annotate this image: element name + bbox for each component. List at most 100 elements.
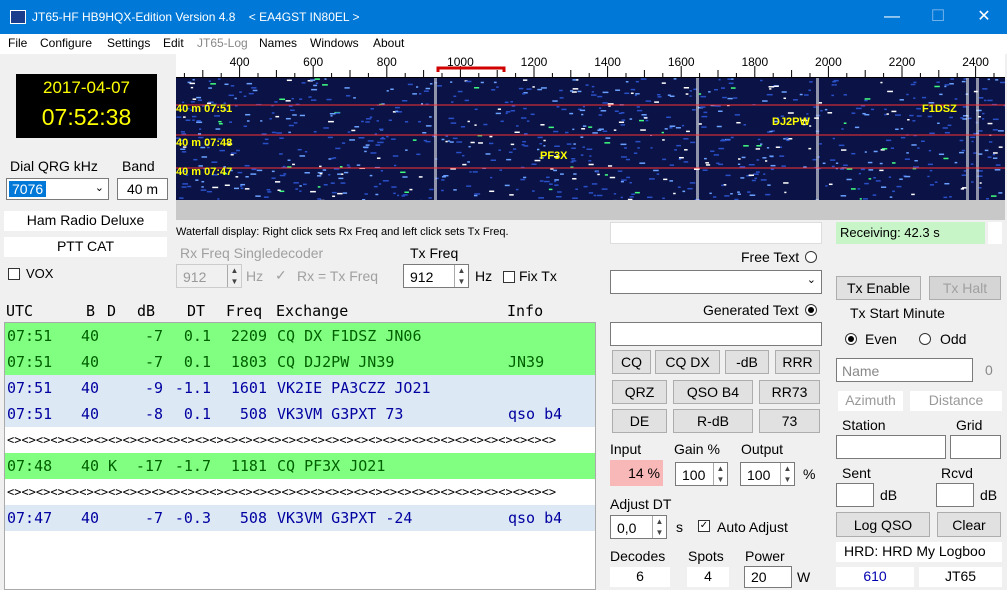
menu-about[interactable]: About xyxy=(373,36,404,50)
waterfall-pixel xyxy=(591,91,594,93)
rrr-button[interactable]: RRR xyxy=(775,350,820,374)
fix-tx-checkbox[interactable] xyxy=(503,271,515,283)
menu-configure[interactable]: Configure xyxy=(40,36,92,50)
clear-button[interactable]: Clear xyxy=(937,512,1001,537)
decode-row[interactable]: 07:51 40 -7 0.1 1803 CQ DJ2PW JN39 JN39 xyxy=(5,349,595,375)
generated-text-radio[interactable] xyxy=(805,304,817,316)
waterfall-pixel xyxy=(299,114,306,117)
free-text-radio[interactable] xyxy=(805,251,817,263)
maximize-button[interactable]: ☐ xyxy=(915,0,961,34)
decode-row[interactable]: 07:47 40 -7 -0.3 508 VK3VM G3PXT -24 qso b4 xyxy=(5,505,595,531)
rx-freq-spinner[interactable]: ▲ ▼ xyxy=(227,265,241,287)
waterfall-pixel xyxy=(982,118,985,120)
even-radio[interactable] xyxy=(845,333,857,345)
menu-edit[interactable]: Edit xyxy=(163,36,184,50)
odd-radio[interactable] xyxy=(919,333,931,345)
waterfall-pixel xyxy=(557,191,562,193)
waterfall-pixel xyxy=(340,182,346,184)
azimuth-field: Azimuth xyxy=(838,391,903,411)
dial-qrg-select[interactable]: 7076 ⌄ xyxy=(6,178,109,200)
tx-halt-button[interactable]: Tx Halt xyxy=(929,276,1001,300)
minus-db-button[interactable]: -dB xyxy=(725,350,769,374)
vox-checkbox[interactable] xyxy=(8,268,20,280)
waterfall-pixel xyxy=(331,191,337,194)
waterfall-pixel xyxy=(370,108,374,110)
power-field[interactable]: 20 xyxy=(744,566,792,588)
minimize-button[interactable]: — xyxy=(869,0,915,34)
de-button[interactable]: DE xyxy=(612,409,667,433)
band-field[interactable]: 40 m xyxy=(117,178,168,200)
cq-button[interactable]: CQ xyxy=(612,350,651,374)
waterfall-pixel xyxy=(489,135,493,138)
decode-row[interactable]: 07:51 40 -7 0.1 2209 CQ DX F1DSZ JN06 xyxy=(5,323,595,349)
auto-adjust-checkbox[interactable]: ✓ xyxy=(698,520,710,532)
log-qso-button[interactable]: Log QSO xyxy=(836,512,930,537)
tx-freq-field[interactable]: 912 ▲ ▼ xyxy=(403,264,469,288)
rx-freq-field[interactable]: 912 ▲ ▼ xyxy=(176,264,242,288)
menu-settings[interactable]: Settings xyxy=(107,36,150,50)
waterfall-pixel xyxy=(276,132,282,134)
col-exchange: Exchange xyxy=(276,302,349,320)
menu-windows[interactable]: Windows xyxy=(310,36,359,50)
waterfall-pixel xyxy=(683,87,690,89)
rx-eq-tx-label[interactable]: Rx = Tx Freq xyxy=(297,268,378,284)
cq-dx-button[interactable]: CQ DX xyxy=(655,350,720,374)
rcvd-field[interactable] xyxy=(936,483,974,507)
free-text-select[interactable]: ⌄ xyxy=(610,270,822,294)
decode-separator[interactable]: <><><><><><><><><><><><><><><><><><><><>… xyxy=(5,479,595,505)
gain-field[interactable]: 100 ▲ ▼ xyxy=(675,462,728,486)
decode-row[interactable]: 07:51 40 -9 -1.1 1601 VK2IE PA3CZZ JO21 xyxy=(5,375,595,401)
waterfall-pixel xyxy=(328,120,334,123)
name-field[interactable]: Name xyxy=(836,358,973,382)
output-field[interactable]: 100 ▲ ▼ xyxy=(740,462,795,486)
waterfall-pixel xyxy=(285,117,291,120)
waterfall-pixel xyxy=(548,188,553,191)
decode-row[interactable]: 07:51 40 -8 0.1 508 VK3VM G3PXT 73 qso b4 xyxy=(5,401,595,427)
adjust-dt-spinner[interactable]: ▲ ▼ xyxy=(652,516,666,538)
decode-row[interactable]: 07:48 40 K -17 -1.7 1181 CQ PF3X JO21 xyxy=(5,453,595,479)
output-spinner[interactable]: ▲ ▼ xyxy=(780,463,794,485)
qrz-button[interactable]: QRZ xyxy=(612,380,667,404)
waterfall-pixel xyxy=(739,166,746,168)
waterfall-pixel xyxy=(747,191,751,193)
waterfall-pixel xyxy=(911,193,915,196)
sent-field[interactable] xyxy=(836,483,874,507)
waterfall-pixel xyxy=(639,162,646,164)
generated-text-field[interactable] xyxy=(610,322,822,346)
tx-freq-spinner[interactable]: ▲ ▼ xyxy=(454,265,468,287)
adjust-dt-field[interactable]: 0,0 ▲ ▼ xyxy=(610,515,667,539)
scale-label: 2000 xyxy=(815,55,842,69)
menu-jt65-log[interactable]: JT65-Log xyxy=(197,36,248,50)
tx-enable-button[interactable]: Tx Enable xyxy=(836,276,921,300)
gain-spinner[interactable]: ▲ ▼ xyxy=(713,463,727,485)
waterfall-pixel xyxy=(854,126,860,129)
waterfall-pixel xyxy=(288,124,294,127)
waterfall-pixel xyxy=(681,124,685,127)
waterfall-pixel xyxy=(626,176,631,179)
rr73-button[interactable]: RR73 xyxy=(759,380,820,404)
tx-freq-unit: Hz xyxy=(475,268,493,284)
close-button[interactable]: ✕ xyxy=(961,0,1007,34)
waterfall-pixel xyxy=(556,195,562,198)
waterfall-pixel xyxy=(290,109,295,112)
r-db-button[interactable]: R-dB xyxy=(673,409,753,433)
waterfall-pixel xyxy=(661,131,664,134)
qso-b4-button[interactable]: QSO B4 xyxy=(673,380,753,404)
menu-names[interactable]: Names xyxy=(259,36,297,50)
73-button[interactable]: 73 xyxy=(759,409,820,433)
waterfall-display[interactable]: 40 m 07:51 40 m 07:48 40 m 07:47 F1DSZ D… xyxy=(176,78,1005,220)
waterfall-pixel xyxy=(456,151,462,154)
waterfall-pixel xyxy=(345,95,351,97)
grid-field[interactable] xyxy=(950,435,1001,459)
station-field[interactable] xyxy=(836,435,946,459)
waterfall-pixel xyxy=(786,139,790,142)
waterfall-pixel xyxy=(349,139,355,141)
waterfall-pixel xyxy=(950,78,955,80)
waterfall-pixel xyxy=(197,99,202,101)
decode-separator[interactable]: <><><><><><><><><><><><><><><><><><><><>… xyxy=(5,427,595,453)
waterfall-pixel xyxy=(911,144,917,146)
waterfall-pixel xyxy=(469,171,472,173)
decode-list[interactable]: 07:51 40 -7 0.1 2209 CQ DX F1DSZ JN06 07:51 40 -… xyxy=(4,322,596,590)
waterfall-pixel xyxy=(416,153,421,156)
menu-file[interactable]: File xyxy=(8,36,27,50)
